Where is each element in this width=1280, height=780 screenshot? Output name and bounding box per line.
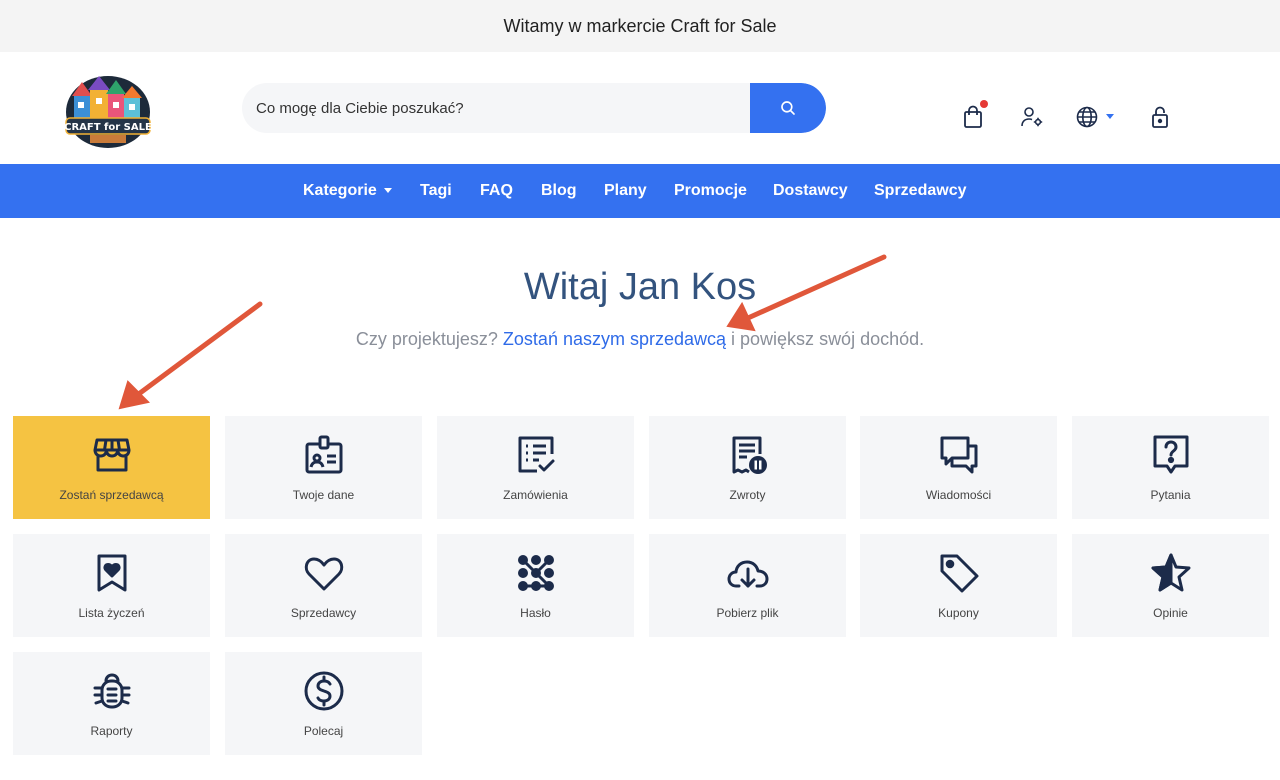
tile-label: Twoje dane bbox=[292, 488, 355, 502]
tile-label: Kupony bbox=[938, 606, 979, 620]
chevron-down-icon[interactable] bbox=[1106, 114, 1114, 119]
tile-sprzedawcy[interactable]: Sprzedawcy bbox=[225, 534, 422, 637]
nav-item-faq[interactable]: FAQ bbox=[480, 164, 513, 218]
nav-item-blog[interactable]: Blog bbox=[541, 164, 577, 218]
dollar-circle-icon bbox=[304, 671, 344, 711]
cart-notification-dot bbox=[980, 100, 988, 108]
tile-twoje-dane[interactable]: Twoje dane bbox=[225, 416, 422, 519]
tile-label: Polecaj bbox=[303, 724, 344, 738]
login-button[interactable] bbox=[1147, 104, 1173, 130]
tile-label: Wiadomości bbox=[925, 488, 992, 502]
tile-label: Pytania bbox=[1150, 488, 1191, 502]
search-input[interactable] bbox=[242, 83, 750, 133]
tile-kupony[interactable]: Kupony bbox=[860, 534, 1057, 637]
tile-zamowienia[interactable]: Zamówienia bbox=[437, 416, 634, 519]
tile-pytania[interactable]: Pytania bbox=[1072, 416, 1269, 519]
order-list-icon bbox=[518, 436, 555, 473]
tile-label: Lista życzeń bbox=[78, 606, 145, 620]
chat-bubbles-icon bbox=[940, 436, 978, 474]
tile-pobierz-plik[interactable]: Pobierz plik bbox=[649, 534, 846, 637]
tile-label: Zostań sprzedawcą bbox=[59, 488, 164, 502]
top-welcome-bar: Witamy w markercie Craft for Sale bbox=[0, 0, 1280, 52]
nav-item-tagi[interactable]: Tagi bbox=[420, 164, 452, 218]
heart-icon bbox=[304, 557, 344, 591]
storefront-icon bbox=[93, 438, 131, 472]
tile-opinie[interactable]: Opinie bbox=[1072, 534, 1269, 637]
shopping-bag-icon bbox=[964, 105, 982, 128]
nav-item-sprzedawcy[interactable]: Sprzedawcy bbox=[874, 164, 966, 218]
tile-zwroty[interactable]: Zwroty bbox=[649, 416, 846, 519]
tile-wiadomosci[interactable]: Wiadomości bbox=[860, 416, 1057, 519]
tile-label: Sprzedawcy bbox=[290, 606, 357, 620]
receipt-pause-icon bbox=[732, 436, 767, 474]
welcome-subtitle: Czy projektujesz? Zostań naszym sprzedaw… bbox=[0, 329, 1280, 350]
tile-raporty[interactable]: Raporty bbox=[13, 652, 210, 755]
user-settings-icon bbox=[1021, 107, 1043, 127]
craft-for-sale-logo[interactable]: CRAFT for SALE bbox=[60, 68, 156, 150]
tile-label: Opinie bbox=[1153, 606, 1188, 620]
search-button[interactable] bbox=[750, 83, 826, 133]
id-badge-icon bbox=[305, 435, 343, 474]
page-title: Witaj Jan Kos bbox=[523, 266, 757, 308]
tile-label: Zamówienia bbox=[503, 488, 568, 502]
language-selector[interactable] bbox=[1074, 104, 1100, 130]
lock-icon bbox=[1152, 106, 1168, 128]
tile-lista-zyczen[interactable]: Lista życzeń bbox=[13, 534, 210, 637]
search-bar bbox=[242, 83, 826, 133]
nav-item-kategorie[interactable]: Kategorie bbox=[303, 164, 392, 218]
subtitle-ending: i powiększ swój dochód. bbox=[731, 329, 925, 349]
account-settings-button[interactable] bbox=[1019, 104, 1045, 130]
tile-zostan-sprzedawca[interactable]: Zostań sprzedawcą bbox=[13, 416, 210, 519]
globe-icon bbox=[1076, 106, 1098, 128]
bug-icon bbox=[93, 673, 131, 709]
question-icon bbox=[1153, 435, 1189, 474]
bookmark-heart-icon bbox=[97, 554, 127, 592]
nav-item-dostawcy[interactable]: Dostawcy bbox=[773, 164, 848, 218]
cloud-download-icon bbox=[727, 560, 769, 588]
become-seller-link[interactable]: Zostań naszym sprzedawcą bbox=[503, 329, 726, 349]
tile-label: Pobierz plik bbox=[716, 606, 779, 620]
subtitle-question: Czy projektujesz? bbox=[355, 329, 498, 349]
tile-polecaj[interactable]: Polecaj bbox=[225, 652, 422, 755]
logo-text: CRAFT for SALE bbox=[64, 122, 152, 133]
nav-item-plany[interactable]: Plany bbox=[604, 164, 647, 218]
pattern-lock-icon bbox=[518, 555, 554, 591]
main-navigation: Kategorie Tagi FAQ Blog Plany Promocje D… bbox=[0, 164, 1280, 218]
cart-button[interactable] bbox=[960, 100, 988, 130]
search-icon bbox=[781, 101, 795, 115]
tile-label: Hasło bbox=[520, 606, 551, 620]
tile-label: Raporty bbox=[90, 724, 133, 738]
top-welcome-text: Witamy w markercie Craft for Sale bbox=[503, 15, 777, 36]
chevron-down-icon bbox=[383, 188, 392, 194]
annotation-arrow-icon bbox=[118, 301, 263, 410]
site-header: CRAFT for SALE bbox=[0, 52, 1280, 164]
tile-haslo[interactable]: Hasło bbox=[437, 534, 634, 637]
tile-label: Zwroty bbox=[729, 488, 766, 502]
star-icon bbox=[1151, 553, 1191, 592]
nav-item-promocje[interactable]: Promocje bbox=[674, 164, 747, 218]
tag-icon bbox=[940, 554, 979, 593]
